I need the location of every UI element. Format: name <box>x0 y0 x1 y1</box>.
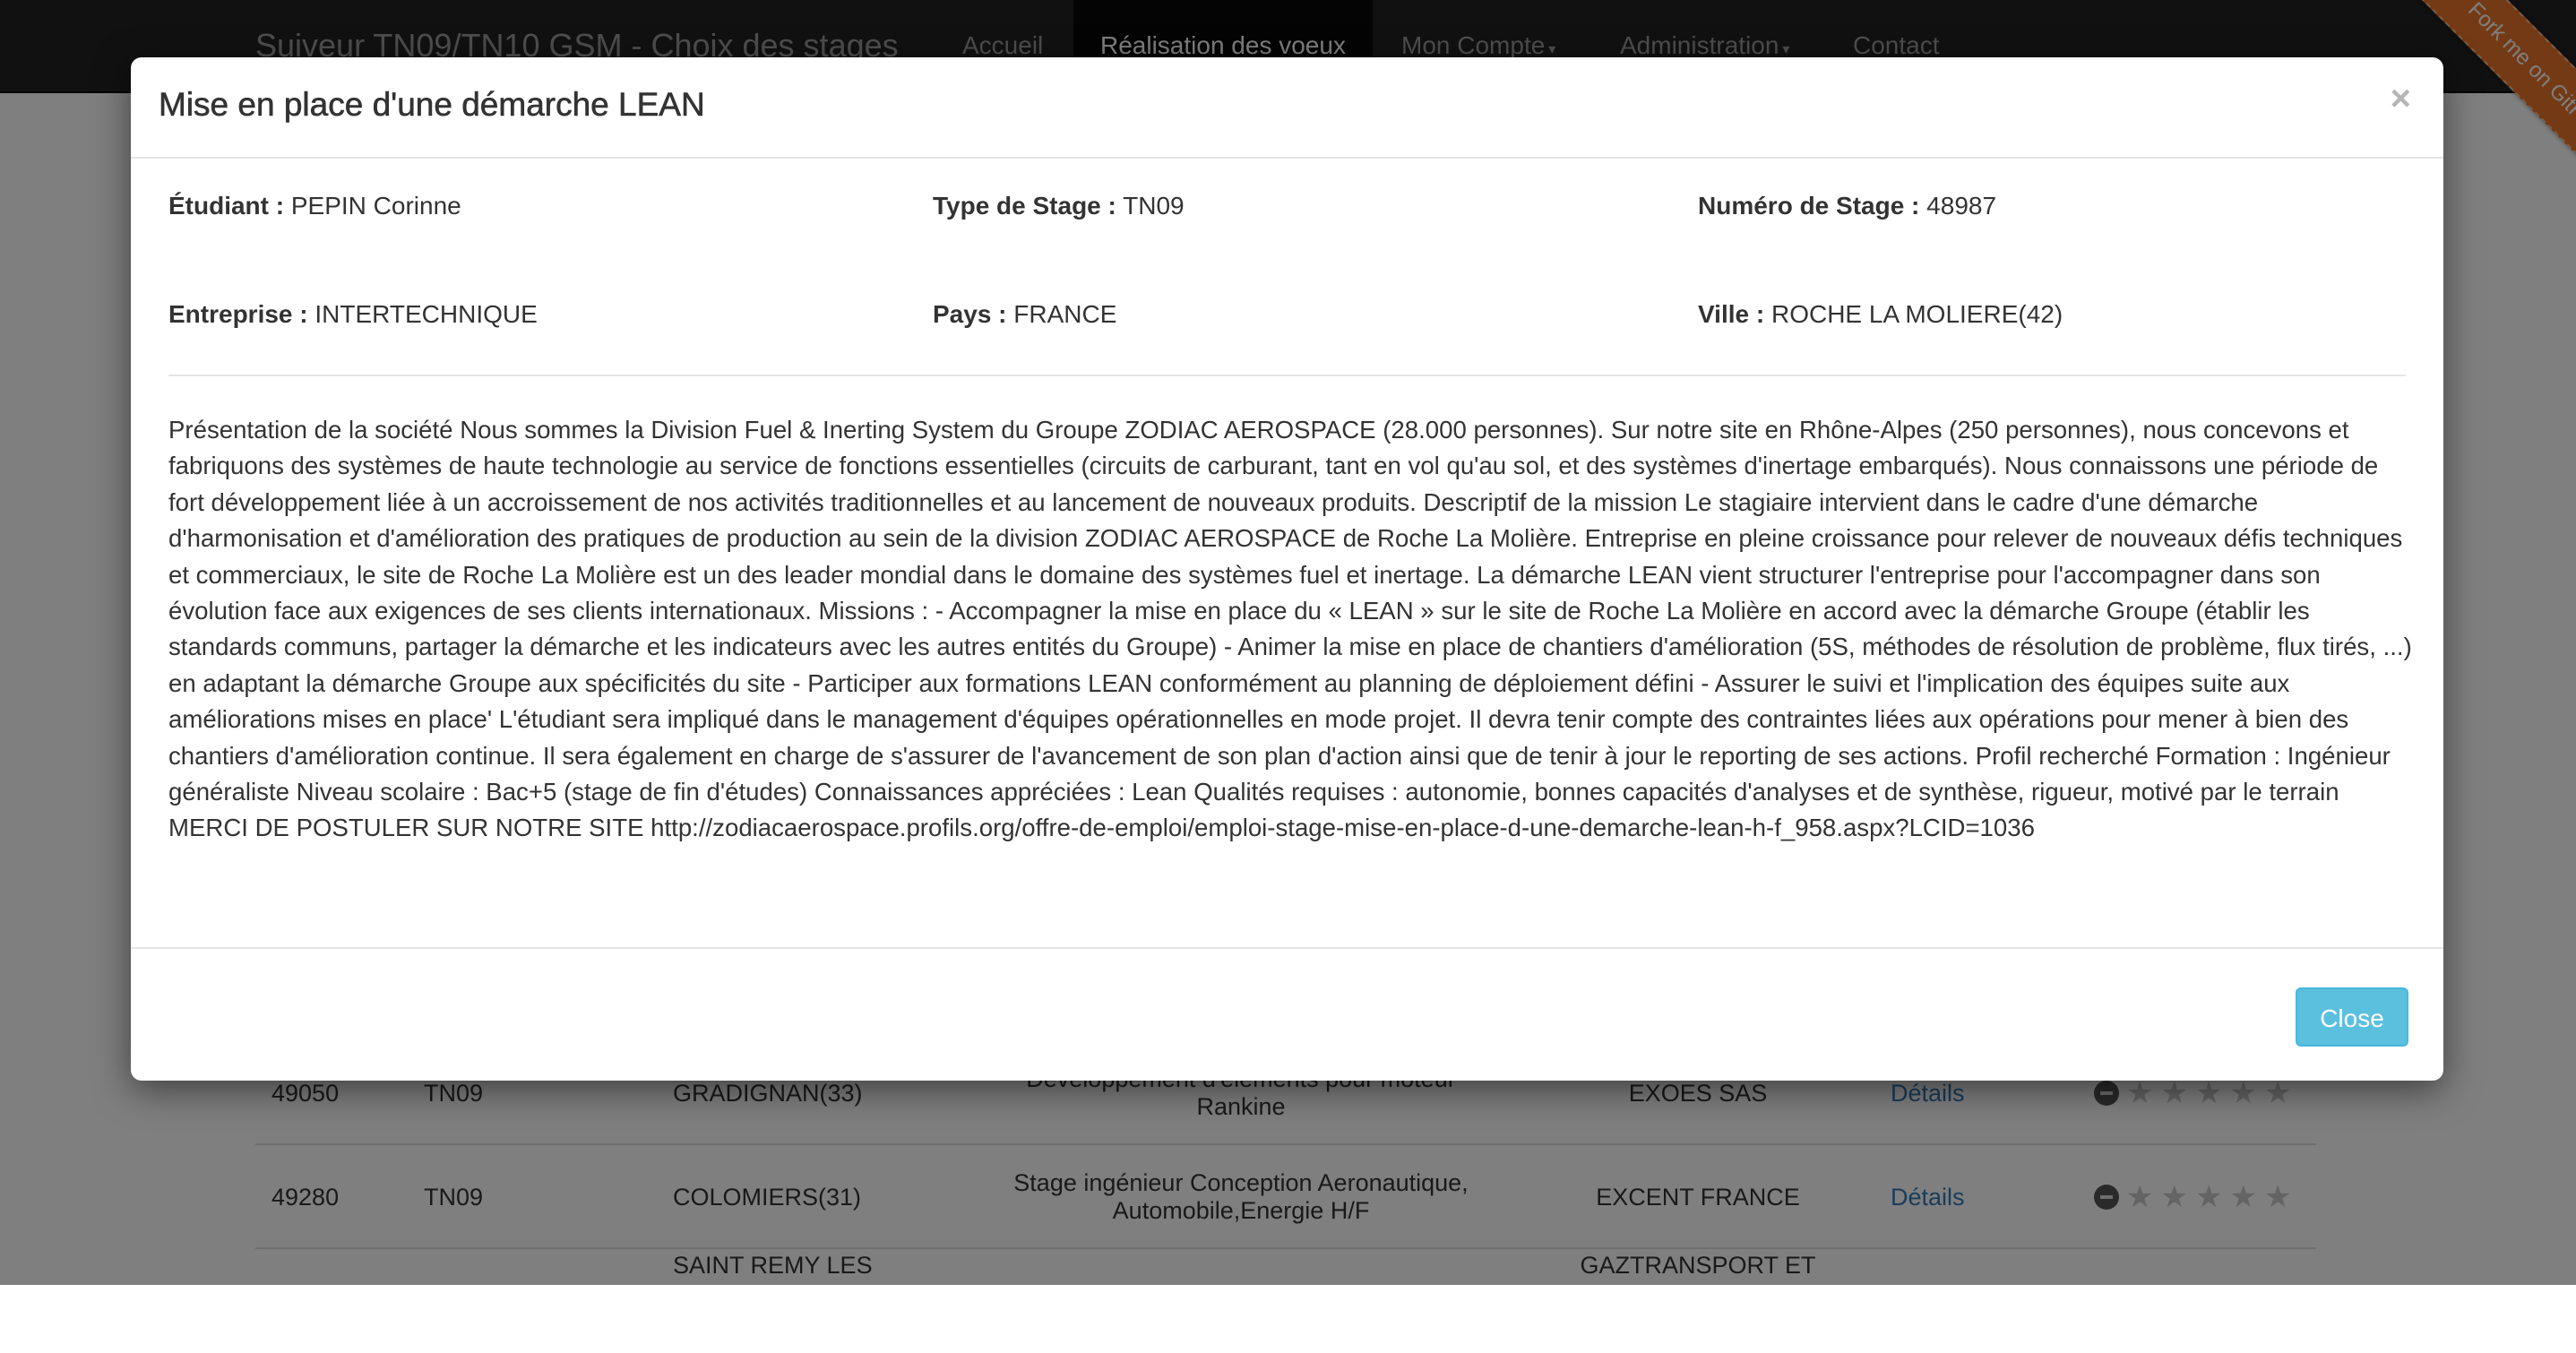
close-button[interactable]: Close <box>2296 987 2408 1047</box>
type-label: Type de Stage : <box>933 192 1116 220</box>
type-field: Type de Stage : TN09 <box>933 192 1185 220</box>
number-field: Numéro de Stage : 48987 <box>1698 192 1996 220</box>
student-field: Étudiant : PEPIN Corinne <box>168 192 461 220</box>
country-field: Pays : FRANCE <box>933 300 1116 329</box>
city-field: Ville : ROCHE LA MOLIERE(42) <box>1698 300 2063 329</box>
country-label: Pays : <box>933 300 1007 328</box>
company-label: Entreprise : <box>168 300 308 328</box>
internship-details-modal: Mise en place d'une démarche LEAN × Étud… <box>131 57 2443 1081</box>
company-value: INTERTECHNIQUE <box>314 300 538 328</box>
close-icon[interactable]: × <box>2391 81 2411 116</box>
company-field: Entreprise : INTERTECHNIQUE <box>168 300 538 329</box>
modal-title: Mise en place d'une démarche LEAN <box>159 86 705 124</box>
student-value: PEPIN Corinne <box>290 192 461 220</box>
city-value: ROCHE LA MOLIERE(42) <box>1770 300 2063 328</box>
internship-description: Présentation de la société Nous sommes l… <box>168 416 2412 842</box>
country-value: FRANCE <box>1013 300 1117 328</box>
modal-footer: Close <box>131 947 2443 1081</box>
city-label: Ville : <box>1698 300 1765 328</box>
type-value: TN09 <box>1123 192 1185 220</box>
number-value: 48987 <box>1926 192 1997 220</box>
number-label: Numéro de Stage : <box>1698 192 1920 220</box>
modal-header: Mise en place d'une démarche LEAN × <box>131 57 2443 159</box>
student-label: Étudiant : <box>168 192 285 220</box>
section-divider <box>168 375 2406 376</box>
